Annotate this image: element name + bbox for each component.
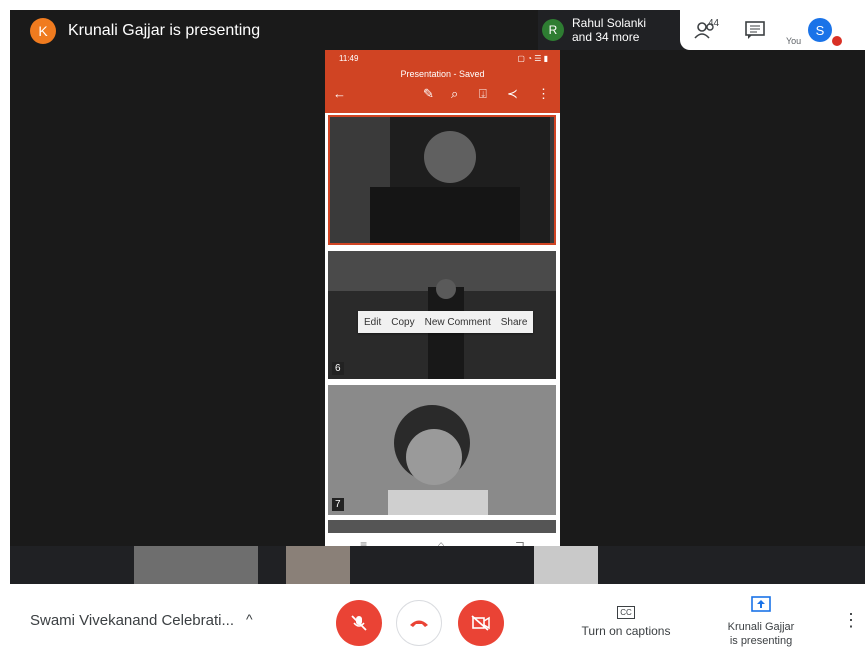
slide-number: 6 <box>332 362 344 375</box>
presenter-chip: K Krunali Gajjar is presenting <box>30 18 260 44</box>
slide-thumbnail[interactable] <box>328 115 556 245</box>
participant-chip[interactable]: R Rahul Solanki and 34 more <box>538 10 688 50</box>
top-right-controls: 44 You S <box>680 10 865 50</box>
camera-button[interactable] <box>458 600 504 646</box>
self-tile[interactable]: You S <box>780 10 850 50</box>
microphone-button[interactable] <box>336 600 382 646</box>
slide-thumbnail[interactable] <box>328 520 556 533</box>
back-arrow-icon[interactable]: ← <box>333 86 346 101</box>
participant-count: 44 <box>708 18 720 29</box>
pencil-icon[interactable]: ✎ <box>423 86 434 102</box>
shared-phone-screen: 11:49 ▢ ◔ ☰ ▮ Presentation - Saved ← ✎ ⌕… <box>325 50 560 556</box>
document-title: Presentation - Saved <box>400 69 485 79</box>
participant-more: and 34 more <box>572 30 640 44</box>
present-label-line2: is presenting <box>729 635 793 647</box>
phone-hangup-icon <box>410 620 428 627</box>
menu-item-edit[interactable]: Edit <box>364 317 381 328</box>
captions-button[interactable]: CC Turn on captions <box>576 602 676 638</box>
slide-photo <box>330 117 554 243</box>
share-icon[interactable]: ≺ <box>507 86 518 102</box>
meeting-title[interactable]: Swami Vivekanand Celebrati... <box>30 612 234 629</box>
captions-icon: CC <box>617 606 635 619</box>
camera-off-icon <box>471 615 490 631</box>
chevron-up-icon[interactable]: ^ <box>246 611 253 627</box>
you-label: You <box>786 36 802 46</box>
presenter-avatar: K <box>30 18 56 44</box>
present-button[interactable]: Krunali Gajjar is presenting <box>716 596 806 648</box>
context-menu: Edit Copy New Comment Share <box>358 311 534 333</box>
participant-tile[interactable] <box>286 546 350 584</box>
present-label-line1: Krunali Gajjar <box>727 621 795 633</box>
presentation-stage: K Krunali Gajjar is presenting R Rahul S… <box>10 10 865 584</box>
participant-tile[interactable] <box>134 546 258 584</box>
participant-tile[interactable] <box>534 546 598 584</box>
app-toolbar: 11:49 ▢ ◔ ☰ ▮ Presentation - Saved ← ✎ ⌕… <box>325 50 560 113</box>
chat-icon <box>745 21 765 39</box>
slide-thumbnail[interactable]: 7 <box>328 385 556 515</box>
self-avatar: S <box>808 18 832 42</box>
mic-off-icon <box>351 615 367 631</box>
chat-button[interactable] <box>730 10 780 50</box>
participant-name: Rahul Solanki <box>572 16 647 30</box>
status-icons: ▢ ◔ ☰ ▮ <box>517 54 548 63</box>
slide-photo <box>328 385 556 515</box>
present-screen-icon <box>751 596 771 612</box>
present-icon[interactable]: ⍗ <box>479 86 487 102</box>
slide-number: 7 <box>332 498 344 511</box>
search-icon[interactable]: ⌕ <box>451 86 458 102</box>
bottom-toolbar: Swami Vivekanand Celebrati... ^ CC Turn … <box>0 584 865 648</box>
slide-list: 6 7 Edit Copy New Comment Share <box>325 113 560 533</box>
more-options-icon[interactable]: ⋮ <box>842 610 860 631</box>
participant-filmstrip <box>10 546 865 584</box>
hang-up-button[interactable] <box>396 600 442 646</box>
muted-indicator-icon <box>832 36 842 46</box>
menu-item-copy[interactable]: Copy <box>391 317 414 328</box>
participant-avatar: R <box>542 19 564 41</box>
status-time: 11:49 <box>339 54 359 63</box>
menu-item-new-comment[interactable]: New Comment <box>425 317 491 328</box>
presenter-label: Krunali Gajjar is presenting <box>68 22 261 39</box>
overflow-menu-icon[interactable]: ⋮ <box>537 86 550 102</box>
menu-item-share[interactable]: Share <box>501 317 528 328</box>
people-button[interactable]: 44 <box>680 10 730 50</box>
captions-label: Turn on captions <box>581 624 671 638</box>
